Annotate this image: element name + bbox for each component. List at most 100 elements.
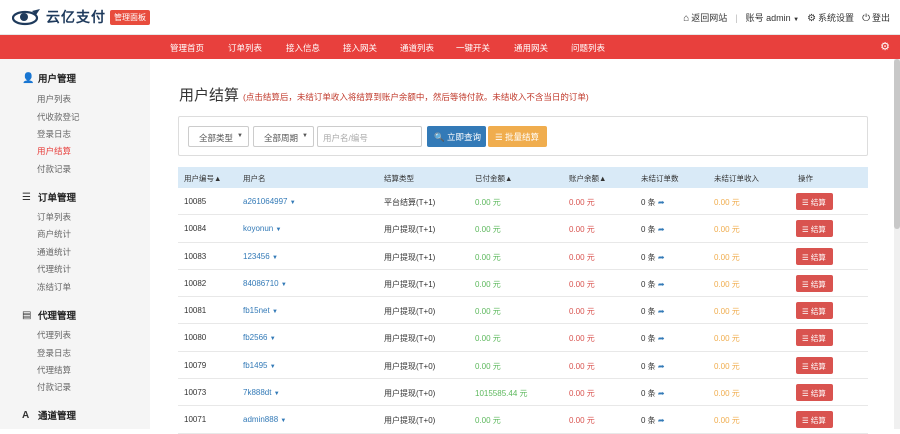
cell-username[interactable]: fb1495 ▼ — [243, 361, 276, 370]
query-button[interactable]: 🔍 立即查询 — [427, 126, 486, 147]
nav-item-general-gateway[interactable]: 通用网关 — [514, 42, 548, 54]
sidebar-item-agent-login-log[interactable]: 登录日志 — [37, 347, 71, 359]
cell-username[interactable]: 84086710 ▼ — [243, 279, 287, 288]
cell-settle-type: 用户提现(T+0) — [384, 389, 436, 399]
sidebar-group-orders[interactable]: ☰ 订单管理 — [22, 190, 76, 205]
period-select[interactable]: 全部周期 ▼ — [253, 126, 314, 147]
cell-username[interactable]: fb15net ▼ — [243, 306, 278, 315]
sidebar-item-user-list[interactable]: 用户列表 — [37, 93, 71, 105]
nav-item-access-info[interactable]: 接入信息 — [286, 42, 320, 54]
logo[interactable]: 云亿支付 — [12, 6, 106, 28]
cell-unsettled-income: 0.00 元 — [714, 361, 740, 371]
col-settle-type: 结算类型 — [384, 174, 414, 183]
cell-unsettled-income: 0.00 元 — [714, 252, 740, 262]
cell-paid: 0.00 元 — [475, 252, 501, 262]
sidebar-item-order-list[interactable]: 订单列表 — [37, 211, 71, 223]
nav-item-access-gateway[interactable]: 接入网关 — [343, 42, 377, 54]
cell-username[interactable]: 123456 ▼ — [243, 252, 278, 261]
sidebar: 👤 用户管理 用户列表 代收款登记 登录日志 用户结算 付款记录 ☰ 订单管理 订单… — [0, 59, 150, 429]
cell-balance: 0.00 元 — [569, 389, 595, 399]
cell-unsettled-orders[interactable]: 0 条 ➦ — [641, 415, 665, 426]
nav-item-home[interactable]: 管理首页 — [170, 42, 204, 54]
sidebar-item-frozen-orders[interactable]: 冻结订单 — [37, 281, 71, 293]
cell-unsettled-income: 0.00 元 — [714, 416, 740, 426]
col-balance[interactable]: 账户余额▲ — [569, 173, 606, 184]
nav-item-issues[interactable]: 问题列表 — [571, 42, 605, 54]
cell-user-id: 10079 — [184, 360, 207, 370]
search-input[interactable]: 用户名/编号 — [317, 126, 422, 147]
account-dropdown[interactable]: 账号 admin ▼ — [746, 11, 799, 24]
table-row: 10083 123456 ▼ 用户提现(T+1) 0.00 元 0.00 元 0 条 ➦ 0… — [178, 243, 868, 270]
sidebar-item-agent-payment-records[interactable]: 付款记录 — [37, 381, 71, 393]
nav-item-one-click-switch[interactable]: 一键开关 — [456, 42, 490, 54]
col-paid[interactable]: 已付金额▲ — [475, 173, 512, 184]
settle-button[interactable]: ☰ 结算 — [796, 193, 833, 210]
cell-unsettled-orders[interactable]: 0 条 ➦ — [641, 224, 665, 235]
settle-button[interactable]: ☰ 结算 — [796, 411, 833, 429]
table-row: 10084 koyonun ▼ 用户提现(T+1) 0.00 元 0.00 元 0 条 ➦… — [178, 215, 868, 243]
batch-settle-button[interactable]: ☰ 批量结算 — [488, 126, 547, 147]
settle-button[interactable]: ☰ 结算 — [796, 356, 833, 374]
caret-down-icon: ▼ — [269, 336, 276, 343]
list-icon: ☰ — [802, 389, 809, 399]
cell-unsettled-orders[interactable]: 0 条 ➦ — [641, 252, 665, 263]
sidebar-item-agent-stats[interactable]: 代理统计 — [37, 263, 71, 275]
cell-unsettled-orders[interactable]: 0 条 ➦ — [641, 361, 665, 372]
logout-link[interactable]: ⏻ 登出 — [862, 11, 890, 24]
cell-settle-type: 用户提现(T+0) — [384, 334, 436, 344]
sidebar-item-channel-stats[interactable]: 通道统计 — [37, 246, 71, 258]
col-unsettled-income: 未结订单收入 — [714, 174, 759, 183]
table-row: 10079 fb1495 ▼ 用户提现(T+0) 0.00 元 0.00 元 0 条 ➦ 0… — [178, 352, 868, 380]
sidebar-item-user-settlement[interactable]: 用户结算 — [37, 145, 71, 157]
col-user-id[interactable]: 用户编号▲ — [184, 173, 221, 184]
settle-button[interactable]: ☰ 结算 — [796, 247, 833, 265]
search-icon: 🔍 — [434, 132, 445, 142]
sidebar-item-agent-list[interactable]: 代理列表 — [37, 329, 71, 341]
cell-username[interactable]: 7k888dt ▼ — [243, 388, 280, 397]
settle-button[interactable]: ☰ 结算 — [796, 329, 833, 347]
settle-button[interactable]: ☰ 结算 — [796, 274, 833, 292]
cell-unsettled-orders[interactable]: 0 条 ➦ — [641, 333, 665, 344]
settings-link[interactable]: ⚙ 系统设置 — [807, 11, 854, 24]
sidebar-item-agent-settlement[interactable]: 代理结算 — [37, 364, 71, 376]
sidebar-item-payment-records[interactable]: 付款记录 — [37, 163, 71, 175]
filter-panel: 全部类型 ▼ 全部周期 ▼ 用户名/编号 🔍 立即查询 ☰ 批量结算 — [178, 116, 868, 156]
page-title-text: 用户结算 — [179, 87, 240, 104]
cell-username[interactable]: fb2566 ▼ — [243, 333, 276, 342]
list-icon: ☰ — [802, 361, 809, 371]
cell-unsettled-orders[interactable]: 0 条 ➦ — [641, 306, 665, 317]
scrollbar-thumb[interactable] — [894, 59, 900, 229]
sidebar-item-collection-register[interactable]: 代收款登记 — [37, 111, 80, 123]
caret-down-icon: ▼ — [289, 200, 296, 206]
sidebar-group-channels[interactable]: A 通道管理 — [22, 408, 76, 423]
cell-balance: 0.00 元 — [569, 361, 595, 371]
sidebar-item-login-log[interactable]: 登录日志 — [37, 128, 71, 140]
sidebar-group-user[interactable]: 👤 用户管理 — [22, 71, 76, 86]
cell-user-id: 10083 — [184, 251, 207, 261]
list-icon: ☰ — [22, 191, 31, 203]
caret-down-icon: ▼ — [271, 254, 278, 261]
cell-paid: 0.00 元 — [475, 416, 501, 426]
cell-unsettled-orders[interactable]: 0 条 ➦ — [641, 388, 665, 399]
cell-user-id: 10080 — [184, 333, 207, 343]
sidebar-group-agents[interactable]: ▤ 代理管理 — [22, 308, 76, 323]
type-select[interactable]: 全部类型 ▼ — [188, 126, 249, 147]
cell-username[interactable]: a261064997 ▼ — [243, 197, 296, 206]
back-site-link[interactable]: ⌂ 返回网站 — [683, 11, 727, 24]
share-arrow-icon: ➦ — [657, 416, 665, 426]
sidebar-item-merchant-stats[interactable]: 商户统计 — [37, 228, 71, 240]
col-username: 用户名 — [243, 174, 266, 183]
table-header: 用户编号▲ 用户名 结算类型 已付金额▲ 账户余额▲ 未结订单数 未结订单收入 … — [178, 167, 868, 188]
nav-item-channels[interactable]: 通道列表 — [400, 42, 434, 54]
main-nav: 管理首页 订单列表 接入信息 接入网关 通道列表 一键开关 通用网关 问题列表 … — [0, 35, 900, 59]
settle-button[interactable]: ☰ 结算 — [796, 384, 833, 402]
cell-unsettled-orders[interactable]: 0 条 ➦ — [641, 197, 665, 208]
cell-unsettled-orders[interactable]: 0 条 ➦ — [641, 279, 665, 290]
cell-username[interactable]: koyonun ▼ — [243, 224, 281, 233]
nav-gear-icon[interactable]: ⚙ — [880, 40, 890, 53]
nav-item-orders[interactable]: 订单列表 — [228, 42, 262, 54]
cell-username[interactable]: admin888 ▼ — [243, 415, 286, 424]
settle-button[interactable]: ☰ 结算 — [796, 220, 833, 238]
settle-button[interactable]: ☰ 结算 — [796, 302, 833, 320]
caret-down-icon: ▼ — [793, 17, 800, 23]
